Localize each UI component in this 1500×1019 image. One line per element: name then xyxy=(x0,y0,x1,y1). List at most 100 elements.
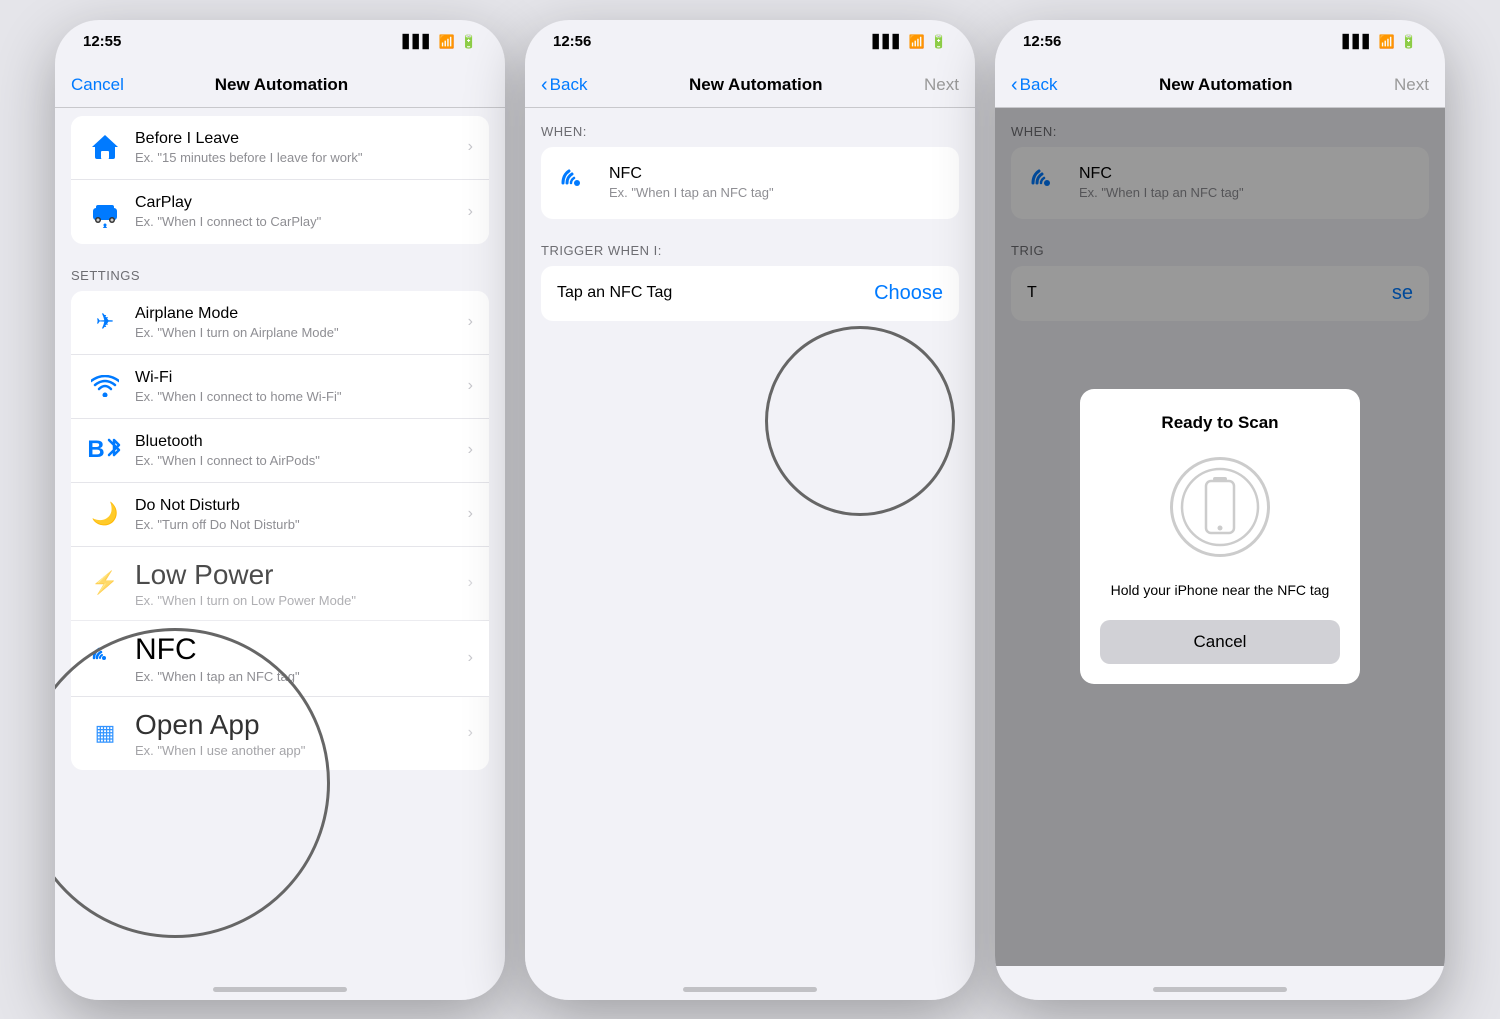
signal-icon-3: ▋▋▋ xyxy=(1343,34,1373,50)
bluetooth-subtitle: Ex. "When I connect to AirPods" xyxy=(135,453,468,468)
status-icons-3: ▋▋▋ 📶 🔋 xyxy=(1343,34,1417,50)
dnd-subtitle: Ex. "Turn off Do Not Disturb" xyxy=(135,517,468,532)
list-item-airplane[interactable]: ✈ Airplane Mode Ex. "When I turn on Airp… xyxy=(71,291,489,355)
back-button-3[interactable]: ‹ Back xyxy=(1011,75,1057,95)
dialog-cancel-button[interactable]: Cancel xyxy=(1100,620,1340,664)
status-icons-2: ▋▋▋ 📶 🔋 xyxy=(873,34,947,50)
nfc-list-subtitle: Ex. "When I tap an NFC tag" xyxy=(135,669,468,684)
chevron-right-icon-carplay: › xyxy=(468,203,473,221)
status-time-2: 12:56 xyxy=(553,33,591,50)
chevron-lowpower: › xyxy=(468,574,473,592)
next-button-3[interactable]: Next xyxy=(1394,75,1429,95)
lowpower-icon: ⚡ xyxy=(87,565,123,601)
wifi-subtitle: Ex. "When I connect to home Wi-Fi" xyxy=(135,389,468,404)
bluetooth-icon: Β xyxy=(87,432,123,468)
wifi-setting-icon xyxy=(87,368,123,404)
chevron-bluetooth: › xyxy=(468,441,473,459)
screen2-content: WHEN: NFC Ex. "When I tap an NFC tag" TR… xyxy=(525,108,975,966)
nav-title-2: New Automation xyxy=(689,75,822,95)
cancel-button[interactable]: Cancel xyxy=(71,75,124,95)
home-bar-3 xyxy=(1153,987,1287,992)
status-icons-1: ▋▋▋ 📶 🔋 xyxy=(403,34,477,50)
status-bar-1: 12:55 ▋▋▋ 📶 🔋 xyxy=(55,20,505,64)
chevron-airplane: › xyxy=(468,313,473,331)
nfc-list-title: NFC xyxy=(135,633,468,667)
item-text-nfc-list: NFC Ex. "When I tap an NFC tag" xyxy=(135,633,468,684)
battery-icon: 🔋 xyxy=(461,34,477,50)
bluetooth-title: Bluetooth xyxy=(135,433,468,451)
item-text-airplane: Airplane Mode Ex. "When I turn on Airpla… xyxy=(135,305,468,340)
back-button-2[interactable]: ‹ Back xyxy=(541,75,587,95)
phone-frame-3: 12:56 ▋▋▋ 📶 🔋 ‹ Back New Automation Next… xyxy=(995,20,1445,1000)
status-bar-3: 12:56 ▋▋▋ 📶 🔋 xyxy=(995,20,1445,64)
nfc-card-text: NFC Ex. "When I tap an NFC tag" xyxy=(609,165,943,200)
signal-icon: ▋▋▋ xyxy=(403,34,433,50)
airplane-subtitle: Ex. "When I turn on Airplane Mode" xyxy=(135,325,468,340)
back-label-2: Back xyxy=(550,75,588,95)
dnd-icon: 🌙 xyxy=(87,496,123,532)
chevron-right-icon: › xyxy=(468,138,473,156)
signal-icon-2: ▋▋▋ xyxy=(873,34,903,50)
trigger-card-2[interactable]: Tap an NFC Tag Choose xyxy=(541,266,959,321)
lowpower-subtitle: Ex. "When I turn on Low Power Mode" xyxy=(135,593,468,608)
phone-frame-2: 12:56 ▋▋▋ 📶 🔋 ‹ Back New Automation Next… xyxy=(525,20,975,1000)
item-text-bluetooth: Bluetooth Ex. "When I connect to AirPods… xyxy=(135,433,468,468)
scan-phone-icon xyxy=(1170,457,1270,557)
nav-bar-2: ‹ Back New Automation Next xyxy=(525,64,975,108)
list-item-wifi[interactable]: Wi-Fi Ex. "When I connect to home Wi-Fi"… xyxy=(71,355,489,419)
dialog-title: Ready to Scan xyxy=(1161,413,1278,433)
nfc-card-subtitle: Ex. "When I tap an NFC tag" xyxy=(609,185,943,200)
home-bar-2 xyxy=(683,987,817,992)
status-time-1: 12:55 xyxy=(83,33,121,50)
battery-icon-3: 🔋 xyxy=(1401,34,1417,50)
carplay-subtitle: Ex. "When I connect to CarPlay" xyxy=(135,214,468,229)
openapp-title: Open App xyxy=(135,709,468,741)
before-leave-title: Before I Leave xyxy=(135,130,468,148)
before-leave-subtitle: Ex. "15 minutes before I leave for work" xyxy=(135,150,468,165)
item-text-dnd: Do Not Disturb Ex. "Turn off Do Not Dist… xyxy=(135,497,468,532)
nfc-icon-wrap-2 xyxy=(557,163,597,203)
screen3-content: WHEN: NFC Ex. "When I tap an NFC tag" TR… xyxy=(995,108,1445,966)
home-indicator-1 xyxy=(55,966,505,1000)
chevron-left-icon-3: ‹ xyxy=(1011,75,1018,95)
chevron-wifi: › xyxy=(468,377,473,395)
car-icon xyxy=(87,194,123,230)
choose-button[interactable]: Choose xyxy=(874,282,943,305)
airplane-title: Airplane Mode xyxy=(135,305,468,323)
phone-frame-1: 12:55 ▋▋▋ 📶 🔋 Cancel New Automation xyxy=(55,20,505,1000)
back-label-3: Back xyxy=(1020,75,1058,95)
home-bar-1 xyxy=(213,987,347,992)
list-item-lowpower[interactable]: ⚡ Low Power Ex. "When I turn on Low Powe… xyxy=(71,547,489,621)
dialog-message: Hold your iPhone near the NFC tag xyxy=(1111,581,1330,601)
nav-bar-1: Cancel New Automation xyxy=(55,64,505,108)
list-item-nfc[interactable]: NFC Ex. "When I tap an NFC tag" › xyxy=(71,621,489,697)
battery-icon-2: 🔋 xyxy=(931,34,947,50)
top-list-card: Before I Leave Ex. "15 minutes before I … xyxy=(71,116,489,244)
item-text-before-leave: Before I Leave Ex. "15 minutes before I … xyxy=(135,130,468,165)
list-item-before-leave[interactable]: Before I Leave Ex. "15 minutes before I … xyxy=(71,116,489,180)
trigger-label-2: TRIGGER WHEN I: xyxy=(525,227,975,258)
scan-overlay: Ready to Scan Hold your i xyxy=(995,108,1445,966)
wifi-status-icon-3: 📶 xyxy=(1379,34,1395,50)
status-time-3: 12:56 xyxy=(1023,33,1061,50)
list-item-openapp[interactable]: ▦ Open App Ex. "When I use another app" … xyxy=(71,697,489,770)
carplay-title: CarPlay xyxy=(135,194,468,212)
home-indicator-2 xyxy=(525,966,975,1000)
list-item-carplay[interactable]: CarPlay Ex. "When I connect to CarPlay" … xyxy=(71,180,489,244)
openapp-icon: ▦ xyxy=(87,715,123,751)
list-item-bluetooth[interactable]: Β Bluetooth Ex. "When I connect to AirPo… xyxy=(71,419,489,483)
trigger-text-2: Tap an NFC Tag xyxy=(557,284,672,302)
next-button-2[interactable]: Next xyxy=(924,75,959,95)
item-text-openapp: Open App Ex. "When I use another app" xyxy=(135,709,468,758)
when-label-2: WHEN: xyxy=(525,108,975,139)
settings-section-header: SETTINGS xyxy=(55,252,505,291)
item-text-carplay: CarPlay Ex. "When I connect to CarPlay" xyxy=(135,194,468,229)
openapp-subtitle: Ex. "When I use another app" xyxy=(135,743,468,758)
nav-title-1: New Automation xyxy=(215,75,348,95)
lowpower-title: Low Power xyxy=(135,559,468,591)
list-item-dnd[interactable]: 🌙 Do Not Disturb Ex. "Turn off Do Not Di… xyxy=(71,483,489,547)
wifi-title: Wi-Fi xyxy=(135,369,468,387)
chevron-left-icon-2: ‹ xyxy=(541,75,548,95)
nav-bar-3: ‹ Back New Automation Next xyxy=(995,64,1445,108)
chevron-openapp: › xyxy=(468,724,473,742)
